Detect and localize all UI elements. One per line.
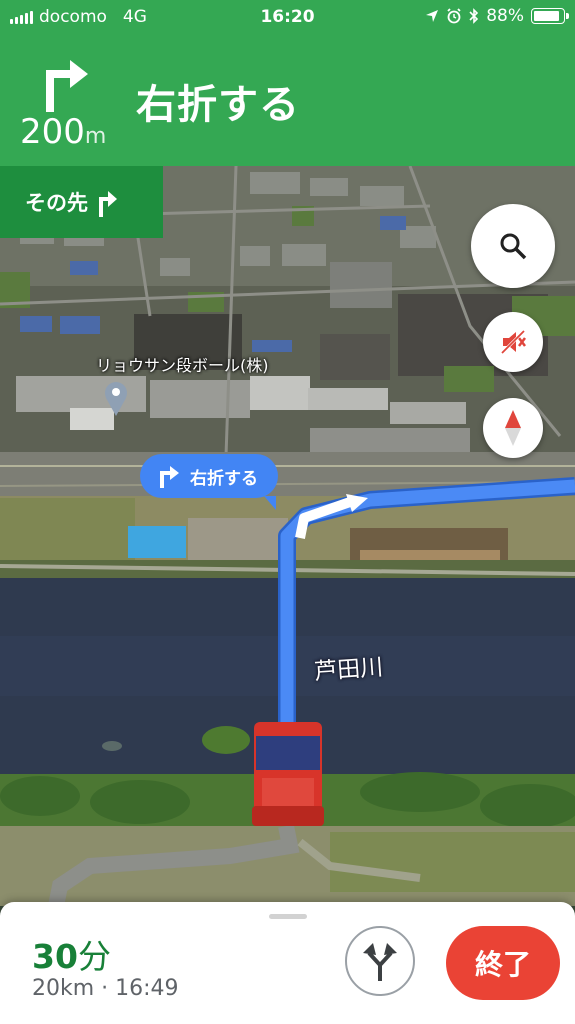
trip-detail: 20km · 16:49 (32, 976, 179, 1001)
duration-value: 30 (32, 937, 78, 976)
mute-icon (499, 328, 527, 356)
search-button[interactable] (471, 204, 555, 288)
next-label: その先 (25, 191, 88, 215)
trip-duration: 30分 (32, 930, 111, 978)
distance-unit: m (84, 124, 107, 149)
drag-handle[interactable] (269, 914, 307, 919)
maneuver-instruction: 右折する (136, 82, 300, 128)
location-arrow-icon (426, 10, 439, 22)
poi-label[interactable]: リョウサン段ボール(株) (96, 352, 269, 376)
maneuver-distance: 200m (20, 112, 106, 152)
distance-value: 200 (20, 112, 85, 152)
compass-icon (505, 410, 521, 446)
search-icon (500, 233, 527, 260)
compass-button[interactable] (483, 398, 543, 458)
turn-right-icon (99, 191, 117, 217)
status-right: 88% (425, 6, 569, 26)
trip-summary-panel[interactable]: 30分 20km · 16:49 終了 (0, 902, 575, 1024)
end-navigation-button[interactable]: 終了 (446, 926, 560, 1000)
next-maneuver-box[interactable]: その先 (0, 166, 163, 238)
battery-icon (531, 8, 569, 24)
river-label: 芦田川 (313, 654, 385, 686)
fork-route-icon (363, 943, 397, 981)
vehicle-icon (252, 722, 324, 826)
mute-button[interactable] (483, 312, 543, 372)
satellite-map[interactable]: リョウサン段ボール(株) 芦田川 右折する (0, 166, 575, 906)
turn-right-icon (46, 60, 88, 112)
status-bar: docomo 4G 16:20 88% (0, 0, 575, 34)
alternate-routes-button[interactable] (345, 926, 415, 996)
battery-percent: 88% (486, 6, 524, 26)
callout-text: 右折する (190, 468, 258, 489)
bluetooth-icon (469, 8, 479, 24)
alarm-icon (447, 8, 461, 24)
turn-callout: 右折する (140, 454, 278, 510)
navigation-header[interactable]: 200m 右折する (0, 34, 575, 166)
duration-unit: 分 (77, 937, 111, 976)
turn-right-icon (160, 466, 179, 488)
